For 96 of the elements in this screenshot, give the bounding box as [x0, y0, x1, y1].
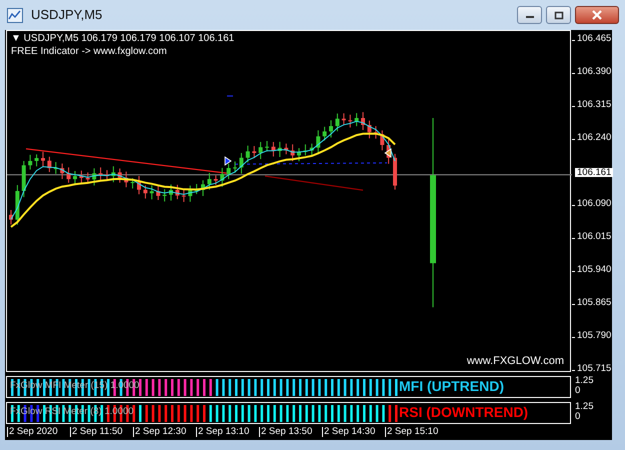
arrow-marker: [224, 156, 232, 166]
candlestick: [393, 153, 397, 190]
candlestick: [310, 143, 314, 157]
price-label: 106.240: [577, 133, 612, 142]
price-label: 105.865: [577, 298, 612, 308]
candlestick: [220, 167, 224, 188]
indicator-note: FREE Indicator -> www.fxglow.com: [11, 46, 167, 58]
candlestick: [367, 120, 372, 139]
candlestick: [22, 160, 26, 198]
candlestick: [118, 168, 122, 184]
price-label: 106.315: [577, 100, 612, 110]
time-label: 2 Sep 14:30: [322, 427, 376, 438]
site-label: www.FXGLOW.com: [466, 354, 564, 368]
maximize-icon: [554, 10, 564, 20]
candlestick: [34, 154, 39, 167]
time-label: 2 Sep 12:30: [133, 427, 186, 438]
candlestick: [284, 143, 288, 155]
candlestick: [201, 180, 205, 197]
candlestick: [137, 175, 141, 195]
trend-signal: RSI (DOWNTREND): [399, 404, 528, 421]
candlestick: [9, 209, 13, 225]
candlestick: [214, 174, 218, 186]
close-icon: [591, 10, 603, 20]
candlestick: [258, 141, 263, 160]
candlestick: [124, 171, 128, 188]
price-label: 105.715: [577, 364, 612, 374]
scale-min-label: 0: [575, 386, 582, 395]
candlestick: [342, 112, 346, 126]
current-price-label: 106.161: [575, 168, 614, 178]
candlestick: [162, 188, 167, 202]
price-label: 105.940: [577, 265, 612, 274]
candlestick: [374, 126, 378, 140]
candlestick: [194, 183, 199, 195]
candlestick: [175, 184, 180, 200]
price-label: 106.015: [577, 232, 612, 242]
candlestick: [66, 166, 71, 184]
candlestick: [105, 170, 109, 182]
candlestick: [143, 184, 148, 200]
minimize-button[interactable]: [517, 6, 542, 24]
candlestick: [322, 126, 327, 141]
candlestick: [233, 161, 237, 174]
candlestick: [335, 113, 340, 132]
time-label: 2 Sep 11:50: [70, 427, 123, 438]
candlestick: [156, 186, 160, 200]
maximize-button[interactable]: [546, 6, 571, 24]
candlestick: [188, 185, 192, 202]
candlestick: [239, 152, 244, 174]
candlestick: [28, 154, 32, 170]
candlestick: [60, 163, 64, 180]
time-label: 2 Sep 13:10: [196, 427, 250, 438]
candlestick: [41, 151, 45, 168]
candlestick: [79, 170, 84, 184]
candlestick: [15, 184, 20, 226]
candlestick: [329, 120, 333, 138]
candlestick: [169, 184, 173, 202]
chart-window-icon: [7, 8, 23, 22]
candlestick: [271, 141, 276, 157]
scale-max-label: 1.25: [575, 402, 594, 412]
arrow-marker: [384, 148, 392, 158]
candlestick: [316, 130, 320, 154]
candlestick: [278, 141, 282, 158]
candlestick: [226, 163, 231, 180]
close-button[interactable]: [575, 6, 619, 24]
price-label: 105.790: [577, 331, 612, 340]
candlestick: [297, 148, 301, 162]
candlestick: [348, 114, 352, 128]
candlestick: [182, 189, 186, 202]
candlestick: [380, 130, 384, 151]
chart-header: ▼ USDJPY,M5 106.179 106.179 106.107 106.161: [11, 33, 234, 45]
candlestick: [246, 145, 250, 163]
candlestick: [54, 162, 58, 174]
scale-max-label: 1.25: [575, 376, 594, 386]
candlestick: [73, 170, 77, 186]
scale-min-label: 0: [575, 412, 582, 421]
candlestick: [361, 112, 365, 130]
candlestick: [303, 144, 308, 156]
candlestick: [130, 178, 135, 189]
candlestick: [265, 140, 269, 152]
window-title: USDJPY,M5: [31, 6, 102, 24]
candlestick: [111, 166, 116, 183]
time-label: 2 Sep 13:50: [259, 427, 312, 438]
time-label: 2 Sep 2020: [7, 427, 58, 438]
candlestick: [47, 156, 52, 173]
candlestick: [252, 146, 256, 159]
trend-signal: MFI (UPTREND): [399, 378, 504, 395]
candlestick: [98, 166, 103, 180]
price-label: 106.090: [577, 199, 612, 208]
time-label: 2 Sep 15:10: [385, 427, 438, 438]
candlestick: [354, 112, 359, 127]
candlestick: [86, 172, 90, 184]
candlestick: [207, 172, 212, 190]
price-label: 106.390: [577, 67, 612, 76]
candlestick: [92, 168, 96, 186]
candlestick: [150, 184, 154, 200]
price-label: 106.465: [577, 34, 612, 44]
candlestick: [290, 144, 295, 162]
